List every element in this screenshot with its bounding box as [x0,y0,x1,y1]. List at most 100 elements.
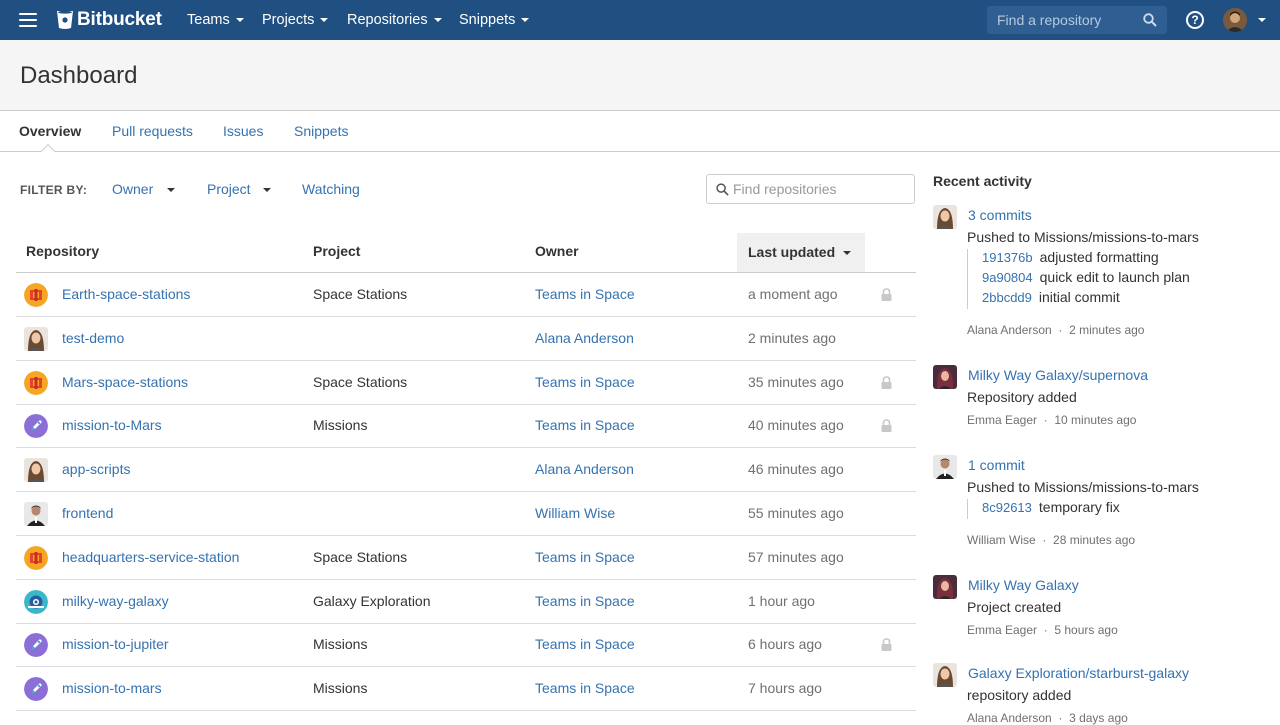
repository-owner-link[interactable]: Teams in Space [535,549,635,565]
filter-project-dropdown[interactable]: Project [207,181,271,197]
user-photo-icon [1223,8,1247,32]
activity-meta: Alana Anderson · 2 minutes ago [967,323,1144,337]
nav-menu-label: Projects [262,12,315,28]
user-avatar-william[interactable] [933,455,957,479]
top-navigation-bar: Bitbucket Teams Projects Repositories Sn… [0,0,1280,40]
nav-menu-label: Repositories [347,12,428,28]
repository-project: Space Stations [313,548,408,565]
user-avatar-william [24,502,48,526]
user-avatar-alana [24,458,48,483]
user-avatar-emma[interactable] [933,575,957,599]
repository-owner-link[interactable]: Alana Anderson [535,461,634,477]
menu-icon[interactable] [19,13,37,27]
commit-item: 191376b adjusted formatting [982,249,1190,269]
filter-owner-dropdown[interactable]: Owner [112,181,176,197]
last-updated-time: 7 hours ago [748,680,822,697]
rocket-icon [24,633,48,658]
activity-meta: William Wise · 28 minutes ago [967,533,1135,547]
lock-icon [881,375,892,389]
repository-search [987,6,1167,34]
repository-owner-link[interactable]: Teams in Space [535,286,635,302]
repository-name-link[interactable]: test-demo [62,330,124,346]
activity-title-link[interactable]: Milky Way Galaxy [968,577,1079,593]
repository-name-link[interactable]: mission-to-mars [62,680,162,696]
space-station-icon [24,370,48,395]
commit-list: 191376b adjusted formatting 9a90804 quick e… [967,249,1190,309]
commit-hash-link[interactable]: 8c92613 [982,500,1032,515]
commit-item: 8c92613 temporary fix [982,499,1120,519]
activity-user: Emma Eager [967,413,1038,427]
repository-owner-link[interactable]: Teams in Space [535,636,635,652]
activity-title-link[interactable]: Galaxy Exploration/starburst-galaxy [968,665,1189,681]
repository-name-link[interactable]: headquarters-service-station [62,549,239,565]
tab-issues[interactable]: Issues [223,123,263,139]
find-repositories-input[interactable] [733,181,903,197]
repository-name-link[interactable]: mission-to-jupiter [62,636,169,652]
repository-name-link[interactable]: milky-way-galaxy [62,593,169,609]
table-row: mission-to-jupiter Missions Teams in Space… [16,623,916,668]
column-header-repository[interactable]: Repository [26,243,99,259]
help-icon[interactable]: ? [1186,11,1204,29]
tab-snippets[interactable]: Snippets [294,123,348,139]
tab-pull-requests[interactable]: Pull requests [112,123,193,139]
activity-time: 2 minutes ago [1069,323,1145,337]
repository-name-link[interactable]: mission-to-Mars [62,417,162,433]
rocket-icon [24,414,48,439]
filter-watching[interactable]: Watching [302,181,360,197]
column-header-owner[interactable]: Owner [535,243,579,259]
column-header-project[interactable]: Project [313,243,360,259]
repository-owner-link[interactable]: Alana Anderson [535,330,634,346]
activity-title-link[interactable]: Milky Way Galaxy/supernova [968,367,1148,383]
repository-owner-link[interactable]: Teams in Space [535,417,635,433]
sort-descending-icon [843,251,852,256]
repository-owner-link[interactable]: Teams in Space [535,593,635,609]
nav-menu-teams[interactable]: Teams [187,0,244,40]
commit-hash-link[interactable]: 2bbcdd9 [982,290,1032,305]
tab-overview[interactable]: Overview [19,123,81,139]
activity-user: Alana Anderson [967,711,1052,725]
user-avatar-alana[interactable] [933,205,957,229]
nav-menu-label: Snippets [459,12,516,28]
column-header-last-updated[interactable]: Last updated [737,233,865,272]
chevron-down-icon [262,188,271,193]
last-updated-time: 40 minutes ago [748,417,844,434]
repository-owner-link[interactable]: Teams in Space [535,680,635,696]
repository-owner-link[interactable]: Teams in Space [535,374,635,390]
last-updated-time: 57 minutes ago [748,548,844,565]
commit-item: 2bbcdd9 initial commit [982,289,1190,309]
brand-name: Bitbucket [77,9,162,30]
commit-list: 8c92613 temporary fix [967,499,1120,519]
activity-title-link[interactable]: 3 commits [968,207,1032,223]
chevron-down-icon [235,18,244,22]
repository-name-link[interactable]: frontend [62,505,113,521]
dashboard-tabs: Overview Pull requests Issues Snippets [0,111,1280,159]
activity-meta: Emma Eager · 5 hours ago [967,623,1118,637]
bucket-icon [57,10,73,29]
activity-title-link[interactable]: 1 commit [968,457,1025,473]
user-avatar-emma[interactable] [933,365,957,389]
activity-time: 5 hours ago [1054,623,1118,637]
chevron-down-icon[interactable] [1258,18,1266,22]
nav-menu-repositories[interactable]: Repositories [347,0,442,40]
rocket-icon [24,677,48,702]
last-updated-time: 2 minutes ago [748,329,836,346]
commit-hash-link[interactable]: 9a90804 [982,270,1033,285]
nav-menu-projects[interactable]: Projects [262,0,329,40]
repository-name-link[interactable]: app-scripts [62,461,130,477]
repository-owner-link[interactable]: William Wise [535,505,615,521]
repository-name-link[interactable]: Mars-space-stations [62,374,188,390]
nav-menu-snippets[interactable]: Snippets [459,0,530,40]
last-updated-time: 1 hour ago [748,592,815,609]
commit-hash-link[interactable]: 191376b [982,250,1033,265]
search-icon[interactable] [1143,13,1157,27]
repository-search-input[interactable] [997,12,1137,28]
user-avatar-alana[interactable] [933,663,957,687]
activity-description: repository added [967,687,1072,703]
search-icon [716,183,729,196]
repository-name-link[interactable]: Earth-space-stations [62,286,190,302]
repository-project: Missions [313,636,368,653]
user-avatar[interactable] [1223,8,1247,32]
space-station-icon [24,545,48,570]
repository-table-header: Repository Project Owner Last updated [16,233,916,273]
bitbucket-logo[interactable]: Bitbucket [56,9,162,31]
